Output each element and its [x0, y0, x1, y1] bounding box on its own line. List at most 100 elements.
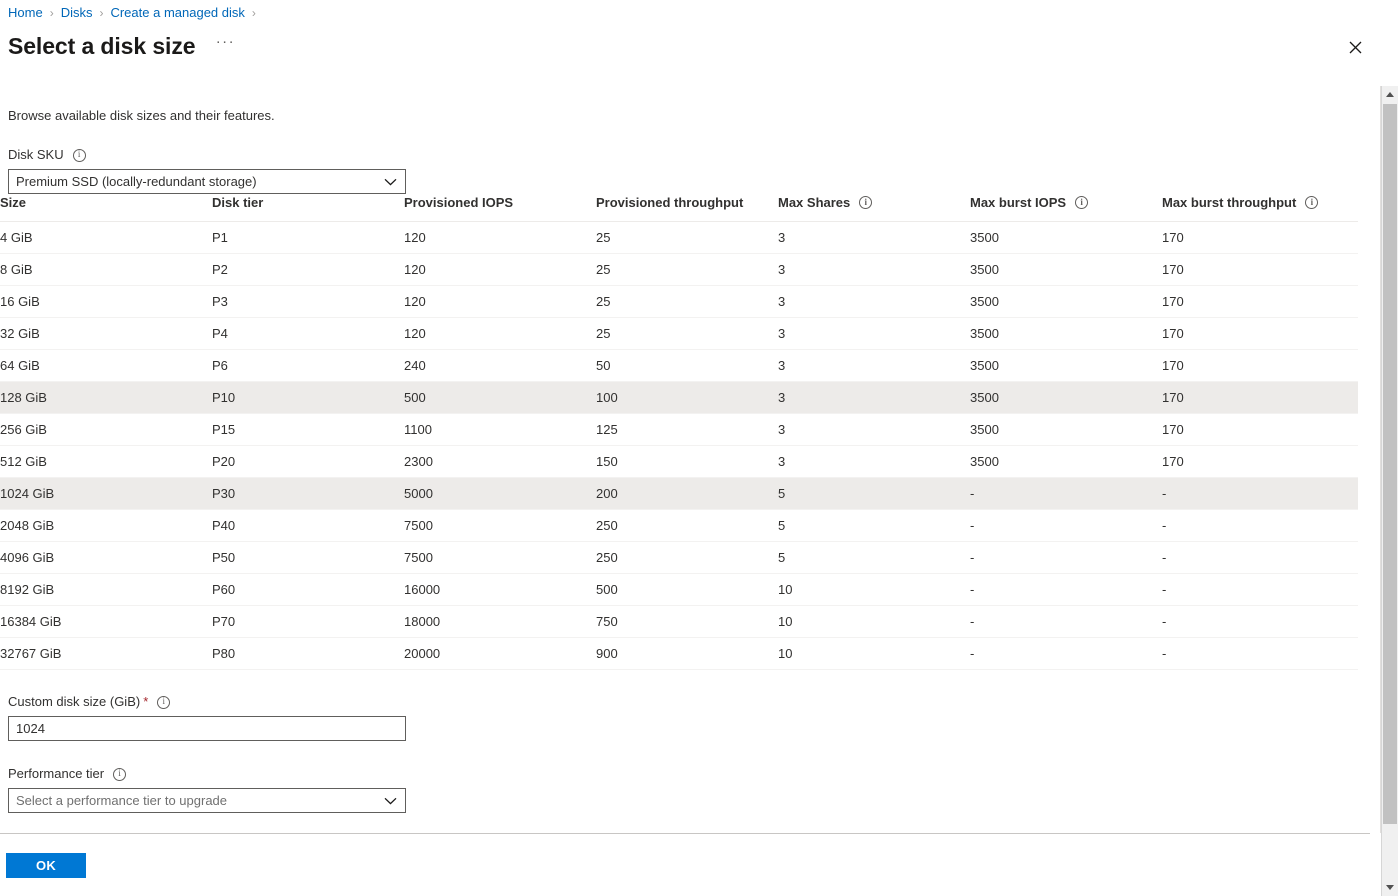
cell-provisioned-iops: 500 — [404, 382, 596, 414]
vertical-scrollbar[interactable] — [1381, 86, 1398, 896]
table-row[interactable]: 4 GiBP11202533500170 — [0, 222, 1358, 254]
cell-max-shares: 3 — [778, 350, 970, 382]
cell-max-burst-iops: 3500 — [970, 286, 1162, 318]
cell-disk-tier: P3 — [212, 286, 404, 318]
cell-provisioned-iops: 120 — [404, 222, 596, 254]
cell-provisioned-iops: 2300 — [404, 446, 596, 478]
table-row[interactable]: 1024 GiBP3050002005-- — [0, 478, 1358, 510]
cell-max-burst-iops: 3500 — [970, 222, 1162, 254]
breadcrumb-item-disks[interactable]: Disks — [61, 4, 93, 22]
cell-max-shares: 5 — [778, 542, 970, 574]
table-row[interactable]: 16384 GiBP701800075010-- — [0, 606, 1358, 638]
cell-provisioned-throughput: 250 — [596, 542, 778, 574]
custom-disk-size-input[interactable]: 1024 — [8, 716, 406, 741]
scroll-down-arrow-icon[interactable] — [1382, 879, 1398, 896]
intro-text: Browse available disk sizes and their fe… — [8, 107, 275, 125]
more-options-button[interactable]: ··· — [211, 33, 239, 59]
cell-provisioned-throughput: 25 — [596, 318, 778, 350]
ok-button[interactable]: OK — [6, 853, 86, 878]
performance-tier-label: Performance tier — [8, 765, 104, 783]
cell-size: 128 GiB — [0, 382, 212, 414]
performance-tier-dropdown[interactable]: Select a performance tier to upgrade — [8, 788, 406, 813]
table-row[interactable]: 64 GiBP62405033500170 — [0, 350, 1358, 382]
table-row[interactable]: 16 GiBP31202533500170 — [0, 286, 1358, 318]
blade-footer: OK — [0, 833, 1370, 896]
cell-provisioned-throughput: 125 — [596, 414, 778, 446]
table-row[interactable]: 512 GiBP20230015033500170 — [0, 446, 1358, 478]
cell-provisioned-iops: 240 — [404, 350, 596, 382]
table-row[interactable]: 8 GiBP21202533500170 — [0, 254, 1358, 286]
close-button[interactable] — [1340, 32, 1370, 62]
cell-max-shares: 10 — [778, 574, 970, 606]
cell-size: 64 GiB — [0, 350, 212, 382]
cell-max-burst-throughput: 170 — [1162, 318, 1358, 350]
cell-disk-tier: P20 — [212, 446, 404, 478]
column-header-disk-tier[interactable]: Disk tier — [212, 195, 404, 222]
breadcrumb-item-create-a-managed-disk[interactable]: Create a managed disk — [110, 4, 244, 22]
disk-sku-label: Disk SKU — [8, 146, 64, 164]
cell-max-burst-throughput: 170 — [1162, 446, 1358, 478]
breadcrumb-item-home[interactable]: Home — [8, 4, 43, 22]
cell-size: 4 GiB — [0, 222, 212, 254]
cell-size: 16384 GiB — [0, 606, 212, 638]
cell-provisioned-iops: 7500 — [404, 542, 596, 574]
info-icon[interactable]: i — [1075, 196, 1088, 209]
custom-disk-size-field: Custom disk size (GiB) * i 1024 — [8, 693, 406, 741]
scroll-up-arrow-icon[interactable] — [1382, 86, 1398, 103]
cell-max-burst-iops: - — [970, 638, 1162, 670]
cell-size: 32 GiB — [0, 318, 212, 350]
breadcrumb-separator: › — [50, 4, 54, 22]
custom-disk-size-label: Custom disk size (GiB) — [8, 693, 140, 711]
column-header-provisioned-iops[interactable]: Provisioned IOPS — [404, 195, 596, 222]
cell-max-shares: 3 — [778, 382, 970, 414]
table-row[interactable]: 32 GiBP41202533500170 — [0, 318, 1358, 350]
cell-max-burst-throughput: - — [1162, 478, 1358, 510]
cell-disk-tier: P2 — [212, 254, 404, 286]
column-header-size[interactable]: Size — [0, 195, 212, 222]
table-row[interactable]: 32767 GiBP802000090010-- — [0, 638, 1358, 670]
scrollbar-thumb[interactable] — [1383, 104, 1397, 824]
cell-provisioned-throughput: 100 — [596, 382, 778, 414]
info-icon[interactable]: i — [73, 149, 86, 162]
cell-disk-tier: P60 — [212, 574, 404, 606]
info-icon[interactable]: i — [157, 696, 170, 709]
cell-disk-tier: P6 — [212, 350, 404, 382]
info-icon[interactable]: i — [113, 768, 126, 781]
cell-max-shares: 3 — [778, 446, 970, 478]
cell-max-burst-iops: - — [970, 574, 1162, 606]
blade-root: Home › Disks › Create a managed disk › S… — [0, 0, 1398, 896]
cell-max-burst-throughput: 170 — [1162, 254, 1358, 286]
cell-provisioned-throughput: 150 — [596, 446, 778, 478]
cell-max-burst-throughput: 170 — [1162, 382, 1358, 414]
info-icon[interactable]: i — [859, 196, 872, 209]
column-header-max-burst-throughput[interactable]: Max burst throughputi — [1162, 195, 1358, 222]
cell-max-shares: 5 — [778, 510, 970, 542]
table-row[interactable]: 8192 GiBP601600050010-- — [0, 574, 1358, 606]
performance-tier-field: Performance tier i Select a performance … — [8, 765, 406, 813]
breadcrumb-separator: › — [99, 4, 103, 22]
cell-provisioned-iops: 7500 — [404, 510, 596, 542]
cell-max-shares: 3 — [778, 286, 970, 318]
cell-disk-tier: P40 — [212, 510, 404, 542]
column-header-provisioned-throughput[interactable]: Provisioned throughput — [596, 195, 778, 222]
cell-disk-tier: P15 — [212, 414, 404, 446]
custom-disk-size-value: 1024 — [16, 721, 405, 736]
table-row[interactable]: 256 GiBP15110012533500170 — [0, 414, 1358, 446]
cell-disk-tier: P30 — [212, 478, 404, 510]
table-row[interactable]: 128 GiBP1050010033500170 — [0, 382, 1358, 414]
info-icon[interactable]: i — [1305, 196, 1318, 209]
table-row[interactable]: 2048 GiBP4075002505-- — [0, 510, 1358, 542]
chevron-down-icon — [375, 170, 405, 193]
disk-sku-dropdown[interactable]: Premium SSD (locally-redundant storage) — [8, 169, 406, 194]
cell-max-shares: 3 — [778, 254, 970, 286]
cell-max-burst-iops: - — [970, 510, 1162, 542]
cell-size: 8192 GiB — [0, 574, 212, 606]
cell-provisioned-throughput: 200 — [596, 478, 778, 510]
column-header-max-burst-iops[interactable]: Max burst IOPSi — [970, 195, 1162, 222]
column-header-max-shares[interactable]: Max Sharesi — [778, 195, 970, 222]
cell-disk-tier: P1 — [212, 222, 404, 254]
cell-max-burst-iops: 3500 — [970, 350, 1162, 382]
cell-size: 16 GiB — [0, 286, 212, 318]
table-row[interactable]: 4096 GiBP5075002505-- — [0, 542, 1358, 574]
cell-provisioned-throughput: 50 — [596, 350, 778, 382]
